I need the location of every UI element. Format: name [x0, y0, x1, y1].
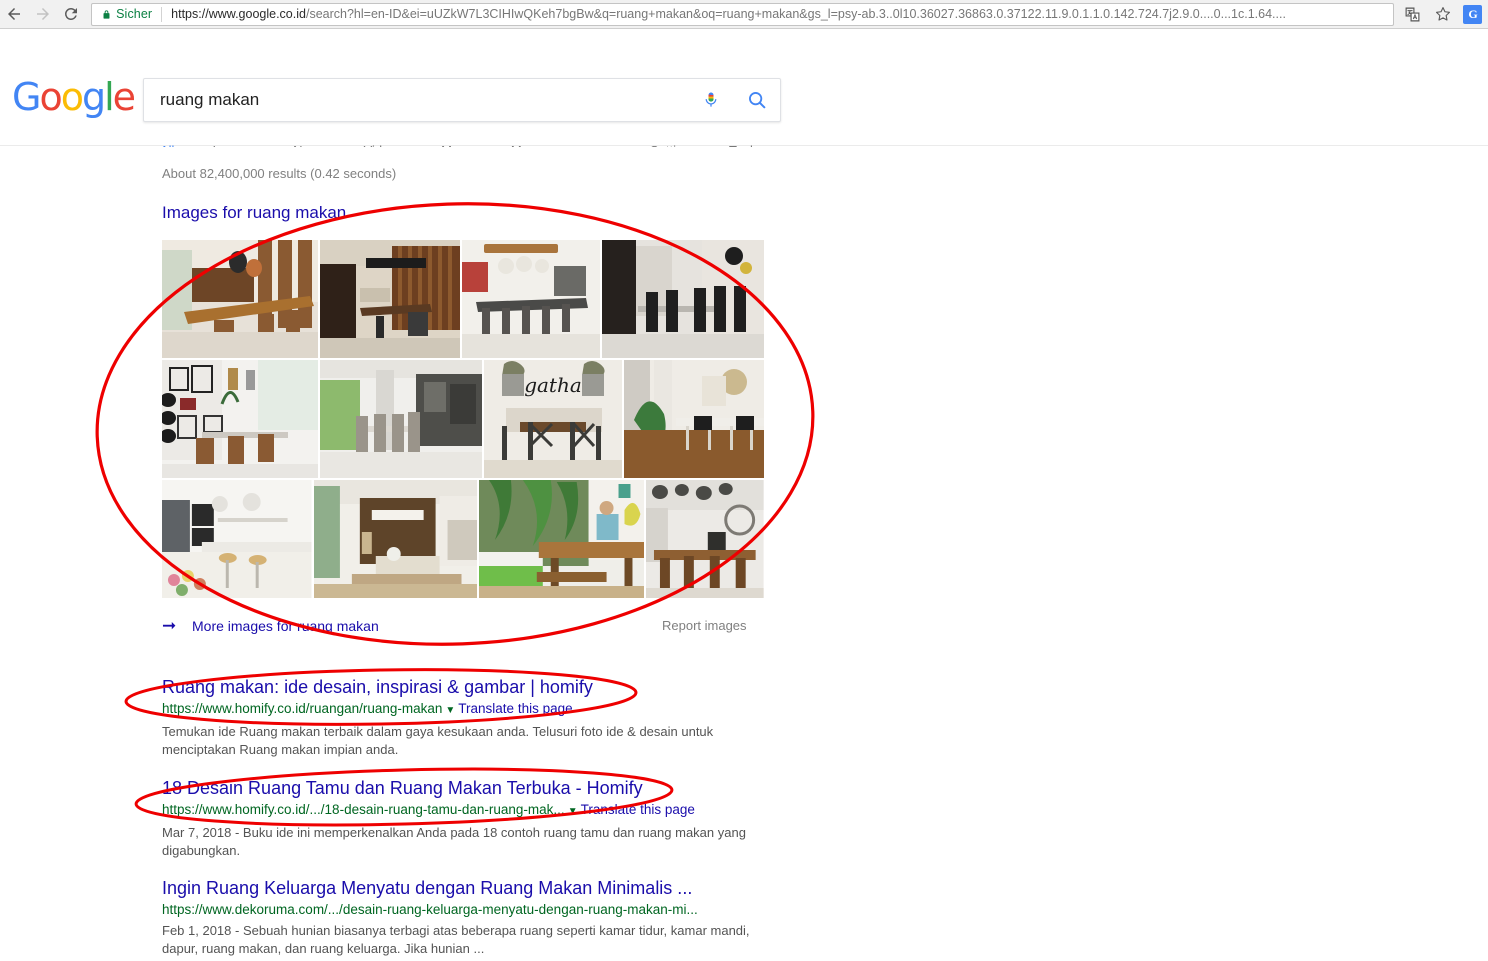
lock-icon [103, 9, 110, 19]
result-stats: About 82,400,000 results (0.42 seconds) [162, 166, 397, 181]
report-images-link[interactable]: Report images [662, 618, 747, 633]
result-snippet: Temukan ide Ruang makan terbaik dalam ga… [162, 723, 782, 759]
reload-icon [64, 7, 77, 20]
chevron-down-icon[interactable]: ▼ [568, 806, 578, 817]
google-translate-extension-icon: G [1463, 4, 1483, 24]
google-search-header: Google All Images News Videos Maps More [0, 30, 1488, 171]
browser-toolbar: Sicher https://www.google.co.id/search?h… [0, 0, 1488, 29]
security-indicator[interactable]: Sicher [92, 4, 161, 25]
translate-page-link[interactable]: Translate this page [458, 701, 572, 716]
image-thumbnail[interactable] [162, 480, 312, 598]
logo-letter-g1: G [12, 75, 41, 119]
image-thumbnail[interactable]: gatha [484, 360, 622, 478]
url-text[interactable]: https://www.google.co.id/search?hl=en-ID… [171, 7, 1393, 21]
snippet-line-2: digabungkan. [162, 843, 241, 858]
forward-button[interactable] [28, 0, 56, 28]
snippet-line-1: Temukan ide Ruang makan terbaik dalam ga… [162, 724, 714, 739]
image-thumbnail[interactable] [162, 360, 318, 478]
search-input[interactable] [158, 89, 688, 111]
extension-button[interactable]: G [1458, 1, 1488, 27]
snippet-line-1: Mar 7, 2018 - Buku ide ini memperkenalka… [162, 825, 746, 840]
snippet-line-2: dapur, ruang makan, dan ruang keluarga. … [162, 941, 485, 956]
result-title-link[interactable]: Ingin Ruang Keluarga Menyatu dengan Ruan… [162, 877, 782, 899]
url-host: www.google.co.id [208, 7, 306, 21]
address-bar[interactable]: Sicher https://www.google.co.id/search?h… [91, 2, 1394, 26]
logo-letter-l: l [104, 75, 114, 119]
logo-letter-o2: o [60, 75, 84, 119]
arrow-right-icon [36, 8, 49, 20]
reload-button[interactable] [57, 0, 85, 28]
image-pack-grid: gatha [162, 240, 764, 600]
result-url-line: https://www.homify.co.id/.../18-desain-r… [162, 801, 782, 821]
search-result: Ingin Ruang Keluarga Menyatu dengan Ruan… [162, 877, 782, 958]
image-thumbnail[interactable] [162, 240, 318, 358]
chevron-down-icon[interactable]: ▼ [445, 705, 455, 716]
search-submit-button[interactable] [734, 80, 780, 120]
images-block-title[interactable]: Images for ruang makan [162, 203, 346, 223]
arrow-right-icon: ➞ [162, 616, 177, 635]
snippet-line-2: menciptakan Ruang makan impian anda. [162, 742, 399, 757]
svg-text:gatha: gatha [524, 373, 582, 397]
security-label: Sicher [116, 7, 153, 21]
image-thumbnail[interactable] [462, 240, 600, 358]
translate-icon [1406, 7, 1420, 21]
search-icon [749, 92, 766, 109]
result-url: https://www.dekoruma.com/.../desain-ruan… [162, 902, 698, 917]
bookmark-button[interactable] [1428, 1, 1458, 27]
result-title-link[interactable]: 18 Desain Ruang Tamu dan Ruang Makan Ter… [162, 777, 782, 799]
image-thumbnail[interactable] [624, 360, 764, 478]
logo-letter-o1: o [39, 75, 62, 119]
search-results: About 82,400,000 results (0.42 seconds) … [0, 147, 1488, 961]
translate-button[interactable] [1398, 1, 1428, 27]
google-logo[interactable]: Google [12, 75, 136, 119]
logo-letter-e: e [112, 75, 136, 119]
result-url: https://www.homify.co.id/ruangan/ruang-m… [162, 701, 443, 716]
result-title-link[interactable]: Ruang makan: ide desain, inspirasi & gam… [162, 676, 782, 698]
logo-letter-g2: g [81, 75, 106, 119]
more-images-link[interactable]: More images for ruang makan [192, 618, 379, 634]
snippet-line-1: Feb 1, 2018 - Sebuah hunian biasanya ter… [162, 923, 750, 938]
image-thumbnail[interactable] [602, 240, 764, 358]
image-grid-row: gatha [162, 360, 764, 478]
image-thumbnail[interactable] [646, 480, 764, 598]
star-icon [1435, 7, 1450, 21]
image-thumbnail[interactable] [478, 480, 645, 598]
voice-search-button[interactable] [688, 80, 734, 120]
result-snippet: Mar 7, 2018 - Buku ide ini memperkenalka… [162, 824, 782, 860]
url-scheme: https:// [171, 7, 209, 21]
omnibox-divider [161, 6, 163, 22]
microphone-icon [705, 92, 717, 107]
url-path: /search?hl=en-ID&ei=uUZkW7L3CIHIwQKeh7bg… [305, 7, 1286, 21]
result-url-line: https://www.dekoruma.com/.../desain-ruan… [162, 901, 782, 919]
result-url-line: https://www.homify.co.id/ruangan/ruang-m… [162, 700, 782, 720]
result-snippet: Feb 1, 2018 - Sebuah hunian biasanya ter… [162, 922, 782, 958]
more-images-row: ➞ More images for ruang makan Report ima… [162, 614, 764, 640]
image-grid-row [162, 240, 764, 358]
image-thumbnail[interactable] [320, 360, 482, 478]
image-thumbnail[interactable] [320, 240, 460, 358]
image-thumbnail[interactable] [313, 480, 477, 598]
translate-page-link[interactable]: Translate this page [581, 802, 695, 817]
result-url: https://www.homify.co.id/.../18-desain-r… [162, 802, 565, 817]
chrome-actions: G [1398, 1, 1488, 27]
search-box[interactable] [143, 78, 781, 122]
search-result: 18 Desain Ruang Tamu dan Ruang Makan Ter… [162, 777, 782, 860]
search-result: Ruang makan: ide desain, inspirasi & gam… [162, 676, 782, 759]
arrow-left-icon [8, 8, 21, 20]
back-button[interactable] [0, 0, 28, 28]
image-grid-row [162, 480, 764, 598]
